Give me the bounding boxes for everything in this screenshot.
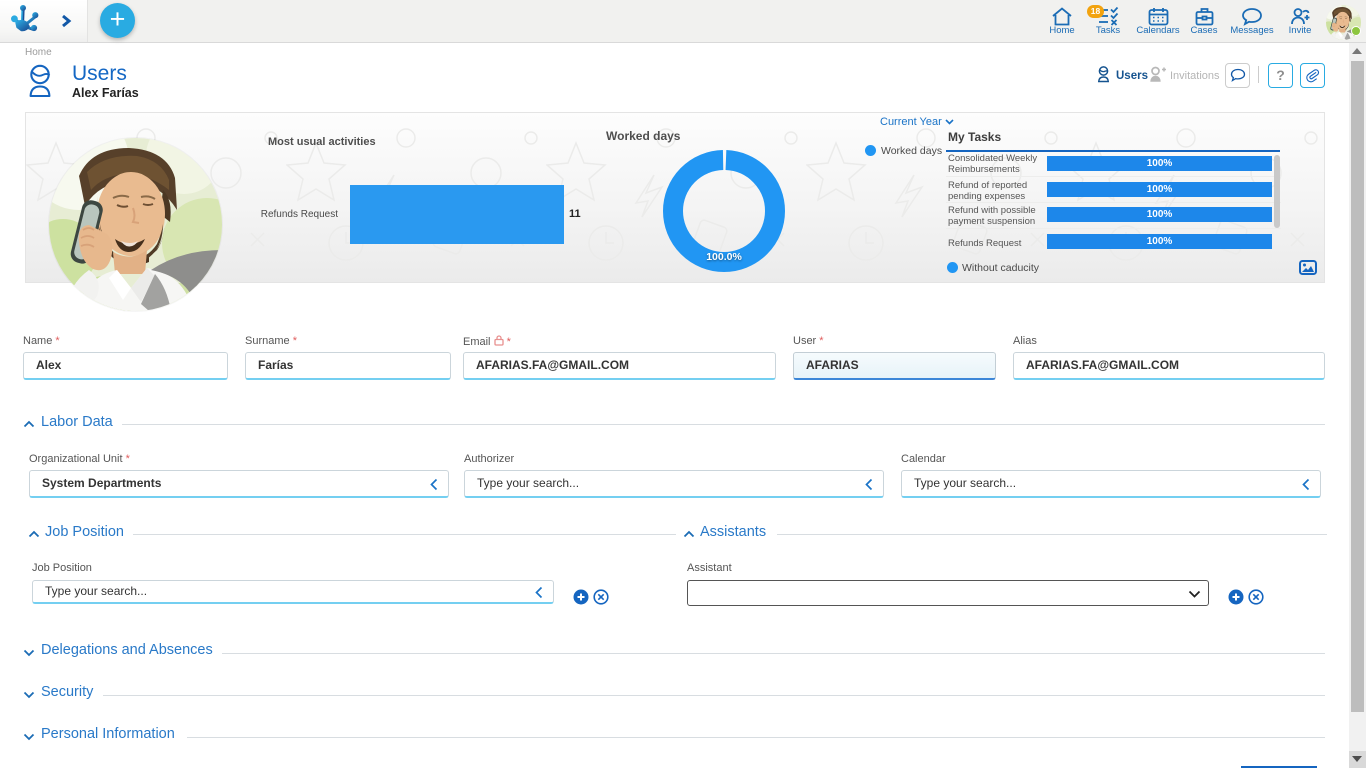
svg-text:100.0%: 100.0% (706, 251, 742, 263)
